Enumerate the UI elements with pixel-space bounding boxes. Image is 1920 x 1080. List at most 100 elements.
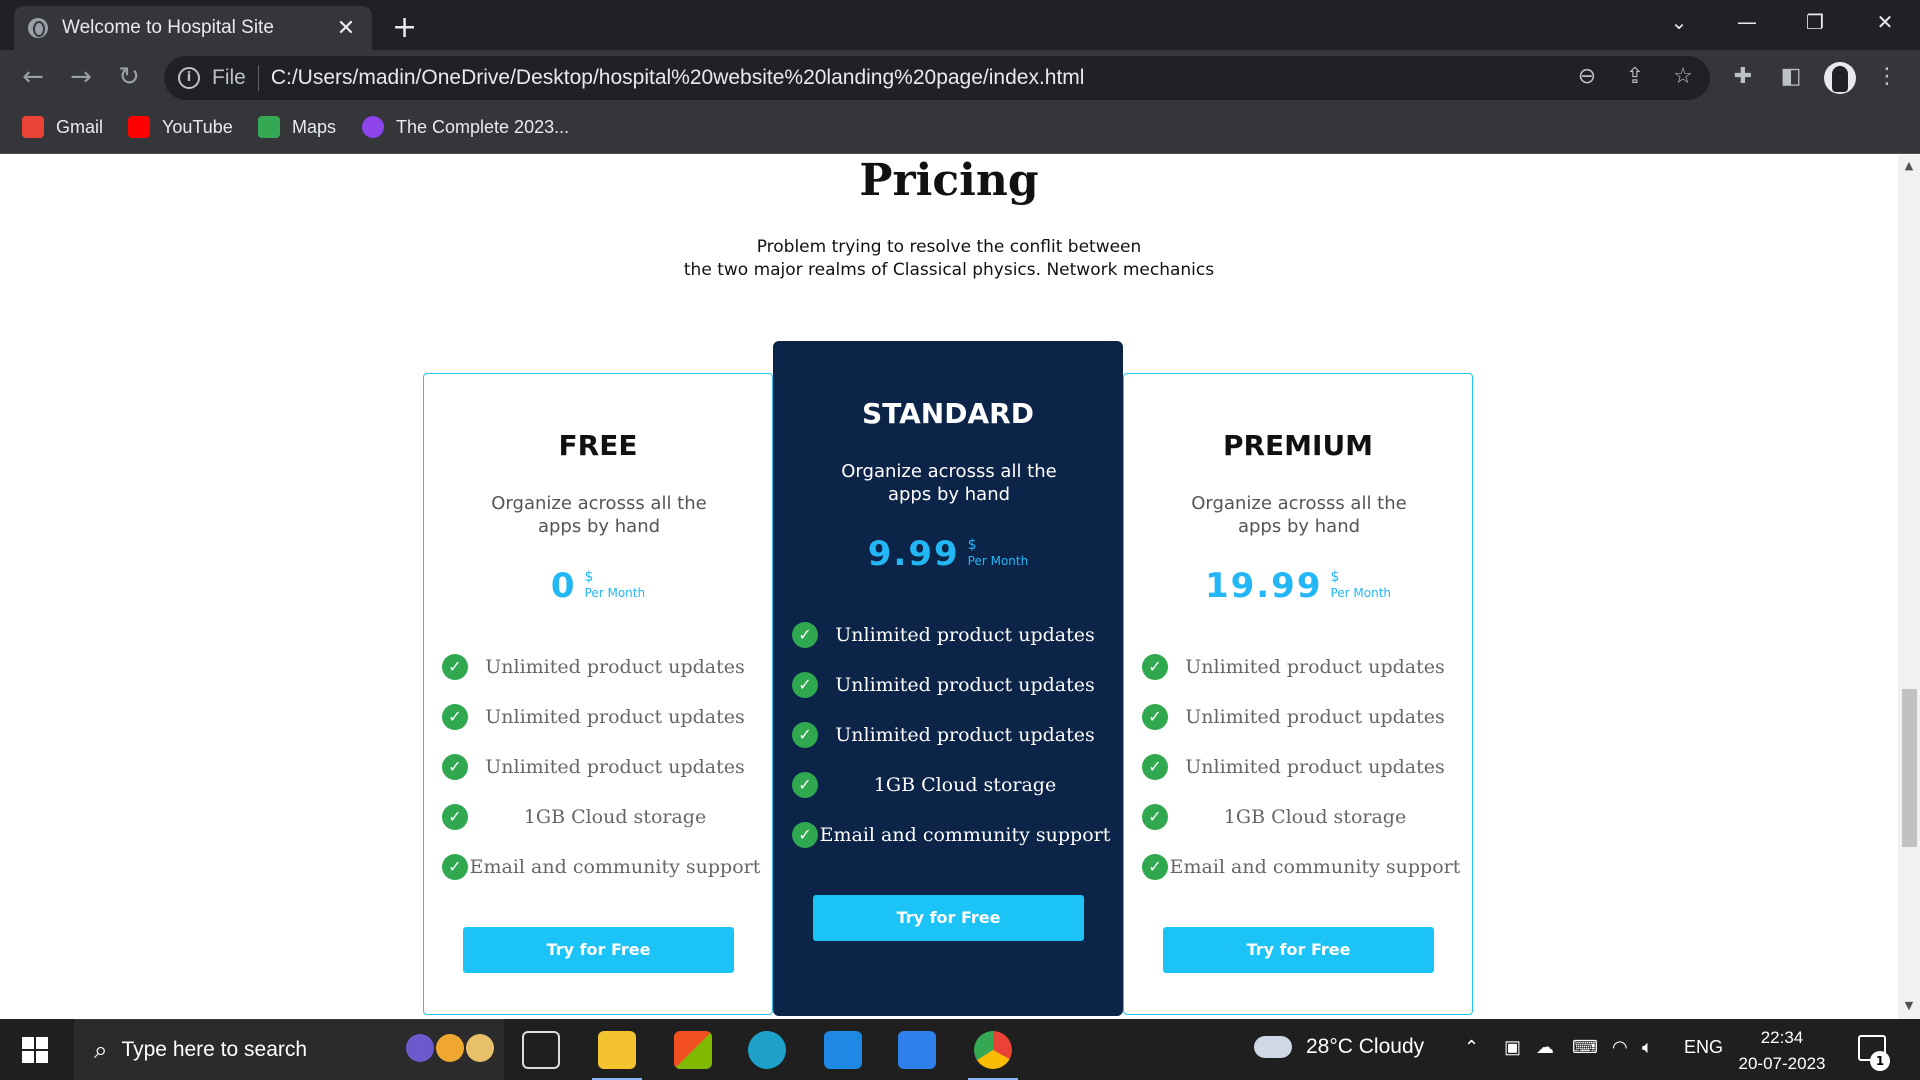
file-scheme-label: File	[212, 66, 246, 89]
check-icon: ✓	[1142, 704, 1168, 730]
wifi-icon[interactable]: ◠	[1612, 1037, 1628, 1058]
tab-search-chevron-icon[interactable]: ⌄	[1650, 0, 1708, 44]
zoom-icon[interactable]: ⊖	[1572, 64, 1602, 89]
pricing-page: Pricing Problem trying to resolve the co…	[0, 155, 1898, 1019]
currency: $	[584, 569, 594, 585]
plan-description: Organize acrosss all the apps by hand	[491, 493, 707, 537]
check-icon: ✓	[442, 654, 468, 680]
meet-icon[interactable]: ▣	[1504, 1037, 1521, 1058]
plan-card-premium: PREMIUM Organize acrosss all the apps by…	[1123, 373, 1473, 1015]
feature-item: ✓ Unlimited product updates	[792, 610, 1112, 660]
feature-text: Unlimited product updates	[835, 623, 1095, 646]
check-icon: ✓	[792, 722, 818, 748]
feature-item: ✓ Unlimited product updates	[442, 692, 762, 742]
task-view-icon[interactable]	[522, 1031, 560, 1069]
check-icon: ✓	[1142, 804, 1168, 830]
check-icon: ✓	[1142, 854, 1168, 880]
plan-name: FREE	[558, 429, 638, 462]
new-tab-button[interactable]: +	[392, 10, 417, 45]
url-text[interactable]: C:/Users/madin/OneDrive/Desktop/hospital…	[271, 66, 1085, 90]
scroll-down-arrow-icon[interactable]: ▼	[1898, 999, 1920, 1012]
bookmark-course[interactable]: The Complete 2023...	[362, 116, 569, 138]
scrollbar-thumb[interactable]	[1902, 689, 1917, 847]
page-scrollbar[interactable]: ▲ ▼	[1898, 155, 1920, 1019]
feature-item: ✓ 1GB Cloud storage	[1142, 792, 1462, 842]
try-free-button[interactable]: Try for Free	[813, 895, 1084, 941]
check-icon: ✓	[792, 772, 818, 798]
restore-button[interactable]: ❐	[1786, 0, 1844, 44]
feature-text: Unlimited product updates	[835, 723, 1095, 746]
volume-icon[interactable]: 🔈︎	[1642, 1037, 1653, 1058]
subtitle-line: the two major realms of Classical physic…	[683, 260, 1215, 280]
feature-item: ✓ Email and community support	[1142, 842, 1462, 892]
info-icon[interactable]: i	[178, 67, 200, 89]
side-panel-icon[interactable]: ◧	[1776, 64, 1806, 89]
address-bar[interactable]: i File C:/Users/madin/OneDrive/Desktop/h…	[164, 56, 1710, 100]
clock-date: 20-07-2023	[1738, 1054, 1826, 1073]
price-value: 0	[550, 566, 577, 606]
browser-tab-strip: Welcome to Hospital Site ✕ + ⌄ — ❐ ✕	[0, 0, 1920, 50]
feature-text: 1GB Cloud storage	[1223, 805, 1407, 828]
try-free-button[interactable]: Try for Free	[1163, 927, 1434, 973]
plan-name: PREMIUM	[1222, 429, 1374, 462]
price-value: 19.99	[1204, 566, 1323, 606]
youtube-icon	[128, 116, 150, 138]
bookmark-youtube[interactable]: YouTube	[128, 116, 233, 138]
bookmarks-bar: Gmail YouTube Maps The Complete 2023...	[0, 106, 1920, 154]
browser-tab[interactable]: Welcome to Hospital Site ✕	[14, 6, 372, 50]
feature-item: ✓ Unlimited product updates	[1142, 692, 1462, 742]
price-meta: $ Per Month	[585, 566, 646, 600]
tray-chevron-icon[interactable]: ⌃	[1464, 1037, 1479, 1058]
forward-arrow-icon[interactable]: →	[64, 62, 98, 92]
price-value: 9.99	[867, 534, 960, 574]
close-window-button[interactable]: ✕	[1856, 0, 1914, 44]
bookmark-gmail[interactable]: Gmail	[22, 116, 103, 138]
check-icon: ✓	[1142, 654, 1168, 680]
mail-icon[interactable]	[824, 1031, 862, 1069]
feature-item: ✓ Email and community support	[442, 842, 762, 892]
share-icon[interactable]: ⇪	[1620, 64, 1650, 89]
check-icon: ✓	[792, 822, 818, 848]
billing-period: Per Month	[584, 586, 646, 600]
star-icon[interactable]: ☆	[1668, 64, 1698, 89]
bookmark-label: YouTube	[162, 116, 233, 137]
minimize-button[interactable]: —	[1718, 0, 1776, 44]
onedrive-icon[interactable]: ☁	[1536, 1037, 1554, 1058]
feature-text: Email and community support	[1169, 855, 1461, 878]
feature-item: ✓ Email and community support	[792, 810, 1112, 860]
try-free-button[interactable]: Try for Free	[463, 927, 734, 973]
scroll-up-arrow-icon[interactable]: ▲	[1898, 159, 1920, 172]
edge-icon[interactable]	[748, 1031, 786, 1069]
language-indicator[interactable]: ENG	[1684, 1037, 1723, 1058]
input-icon[interactable]: ⌨	[1572, 1037, 1598, 1058]
extensions-icon[interactable]: ✚	[1728, 64, 1758, 89]
currency: $	[1330, 569, 1340, 585]
bookmark-maps[interactable]: Maps	[258, 116, 336, 138]
maps-icon	[258, 116, 280, 138]
search-highlight-icon	[406, 1034, 494, 1062]
gmail-icon	[22, 116, 44, 138]
clock-time: 22:34	[1760, 1028, 1804, 1047]
feature-list: ✓ Unlimited product updates ✓ Unlimited pr…	[792, 610, 1112, 860]
weather-text: 28°C Cloudy	[1306, 1035, 1425, 1058]
feature-item: ✓ 1GB Cloud storage	[792, 760, 1112, 810]
reload-icon[interactable]: ↻	[112, 62, 146, 92]
system-clock[interactable]: 22:34 20-07-2023	[1732, 1025, 1832, 1077]
windows-start-icon[interactable]	[22, 1037, 48, 1063]
menu-kebab-icon[interactable]: ⋮	[1872, 64, 1902, 89]
file-explorer-icon[interactable]	[592, 1031, 642, 1080]
feature-list: ✓ Unlimited product updates ✓ Unlimited pr…	[1142, 642, 1462, 892]
microsoft-store-icon[interactable]	[674, 1031, 712, 1069]
search-icon: ⌕	[94, 1036, 108, 1064]
back-arrow-icon[interactable]: ←	[16, 62, 50, 92]
weather-widget[interactable]: 28°C Cloudy	[1254, 1035, 1424, 1059]
close-tab-icon[interactable]: ✕	[334, 16, 358, 41]
check-icon: ✓	[442, 804, 468, 830]
check-icon: ✓	[442, 704, 468, 730]
profile-avatar[interactable]	[1824, 62, 1856, 94]
chrome-icon[interactable]	[968, 1031, 1018, 1080]
taskbar-search[interactable]: ⌕ Type here to search	[74, 1019, 504, 1080]
vscode-icon[interactable]	[898, 1031, 936, 1069]
tab-title: Welcome to Hospital Site	[62, 17, 274, 38]
billing-period: Per Month	[967, 554, 1029, 568]
